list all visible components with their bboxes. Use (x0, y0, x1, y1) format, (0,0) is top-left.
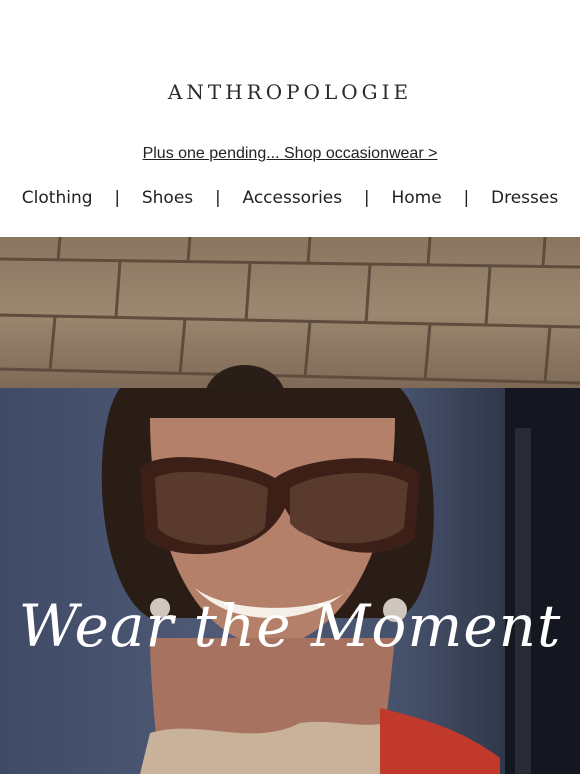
nav-item-dresses[interactable]: Dresses (491, 188, 558, 208)
promo-link[interactable]: Plus one pending... Shop occasionwear > (0, 145, 580, 163)
nav-item-shoes[interactable]: Shoes (142, 188, 193, 208)
hero-caption: Wear the Moment (18, 592, 562, 660)
brand-logo[interactable]: ANTHROPOLOGIE (0, 80, 580, 104)
nav-separator: | (363, 188, 370, 208)
portrait-scene (0, 388, 580, 774)
nav-separator: | (463, 188, 470, 208)
hero-image[interactable]: Wear the Moment (0, 237, 580, 774)
hair-top (205, 365, 285, 429)
nav-item-clothing[interactable]: Clothing (22, 188, 93, 208)
nav-item-accessories[interactable]: Accessories (242, 188, 342, 208)
nav-separator: | (214, 188, 221, 208)
main-nav: Clothing | Shoes | Accessories | Home | … (0, 185, 580, 211)
woman-portrait (101, 388, 580, 774)
nav-separator: | (114, 188, 121, 208)
brick-wall-backdrop (0, 237, 580, 429)
nav-item-home[interactable]: Home (391, 188, 441, 208)
brick-pattern (0, 237, 580, 429)
